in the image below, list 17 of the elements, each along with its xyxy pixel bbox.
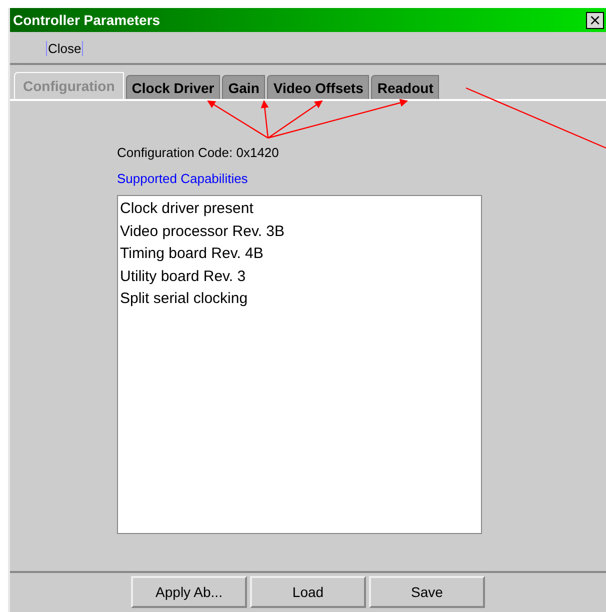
configuration-code: Configuration Code: 0x1420 [117, 145, 279, 160]
tab[interactable]: Clock Driver [126, 75, 220, 99]
dialog-button[interactable]: Apply Ab... [131, 576, 247, 608]
list-item[interactable]: Utility board Rev. 3 [120, 266, 246, 288]
dialog-button[interactable]: Save [369, 576, 485, 608]
dialog-button[interactable]: Load [250, 576, 366, 608]
tab[interactable]: Gain [222, 75, 266, 99]
close-button[interactable]: × [586, 12, 604, 28]
capabilities-heading: Supported Capabilities [117, 171, 248, 186]
tab[interactable]: Readout [371, 75, 440, 99]
window-title: Controller Parameters [13, 12, 160, 28]
menu-item[interactable]: Close [46, 41, 84, 56]
list-item[interactable]: Split serial clocking [120, 288, 248, 310]
list-item[interactable]: Timing board Rev. 4B [120, 243, 264, 266]
list-item[interactable]: Clock driver present [120, 198, 254, 220]
list-item[interactable]: Video processor Rev. 3B [120, 220, 285, 243]
tab[interactable]: Video Offsets [267, 75, 370, 99]
